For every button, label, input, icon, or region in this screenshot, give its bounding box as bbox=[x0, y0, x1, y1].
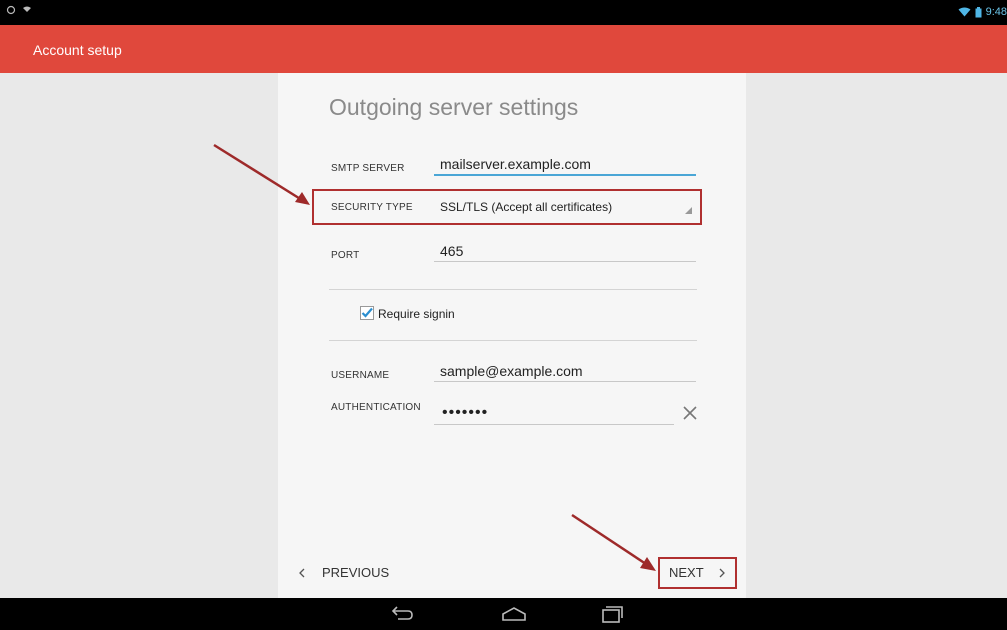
require-signin-checkbox[interactable] bbox=[360, 306, 374, 320]
page-title: Outgoing server settings bbox=[329, 94, 579, 120]
system-navigation-bar bbox=[0, 598, 1007, 630]
home-icon[interactable] bbox=[499, 604, 529, 624]
dropdown-triangle-icon bbox=[685, 207, 692, 214]
battery-icon bbox=[975, 6, 982, 17]
settings-card bbox=[278, 73, 746, 598]
chevron-right-icon bbox=[719, 568, 725, 577]
recents-icon[interactable] bbox=[597, 604, 627, 624]
next-button[interactable]: NEXT bbox=[669, 565, 726, 580]
authentication-password-field[interactable]: ••••••• bbox=[442, 404, 488, 422]
security-type-dropdown[interactable]: SSL/TLS (Accept all certificates) bbox=[440, 200, 612, 214]
port-label: PORT bbox=[331, 250, 360, 261]
status-left-icons bbox=[6, 5, 32, 15]
status-bar: 9:48 bbox=[0, 0, 1007, 25]
smtp-server-underline bbox=[434, 174, 696, 176]
status-right-icons: 9:48 bbox=[958, 6, 1007, 18]
app-bar-title: Account setup bbox=[33, 42, 122, 58]
wifi-icon bbox=[958, 7, 971, 17]
username-field[interactable]: sample@example.com bbox=[440, 363, 583, 379]
previous-label: PREVIOUS bbox=[322, 565, 390, 580]
authentication-underline bbox=[434, 424, 674, 425]
username-label: USERNAME bbox=[331, 370, 390, 381]
app-bar: Account setup bbox=[0, 25, 1007, 73]
next-label: NEXT bbox=[669, 565, 704, 580]
port-field[interactable]: 465 bbox=[440, 243, 463, 259]
smtp-server-label: SMTP SERVER bbox=[331, 163, 405, 174]
circle-icon bbox=[6, 5, 16, 15]
notification-icon bbox=[23, 6, 31, 12]
divider bbox=[329, 289, 697, 290]
port-underline bbox=[434, 261, 696, 262]
authentication-label: AUTHENTICATION bbox=[331, 402, 421, 413]
username-underline bbox=[434, 381, 696, 382]
divider bbox=[329, 340, 697, 341]
previous-button[interactable]: PREVIOUS bbox=[298, 565, 389, 580]
chevron-left-icon bbox=[299, 568, 305, 577]
back-icon[interactable] bbox=[386, 604, 416, 624]
security-type-label: SECURITY TYPE bbox=[331, 202, 413, 213]
clear-password-icon[interactable] bbox=[680, 403, 700, 423]
require-signin-label[interactable]: Require signin bbox=[378, 307, 455, 321]
smtp-server-field[interactable]: mailserver.example.com bbox=[440, 156, 591, 172]
status-time: 9:48 bbox=[985, 6, 1007, 18]
